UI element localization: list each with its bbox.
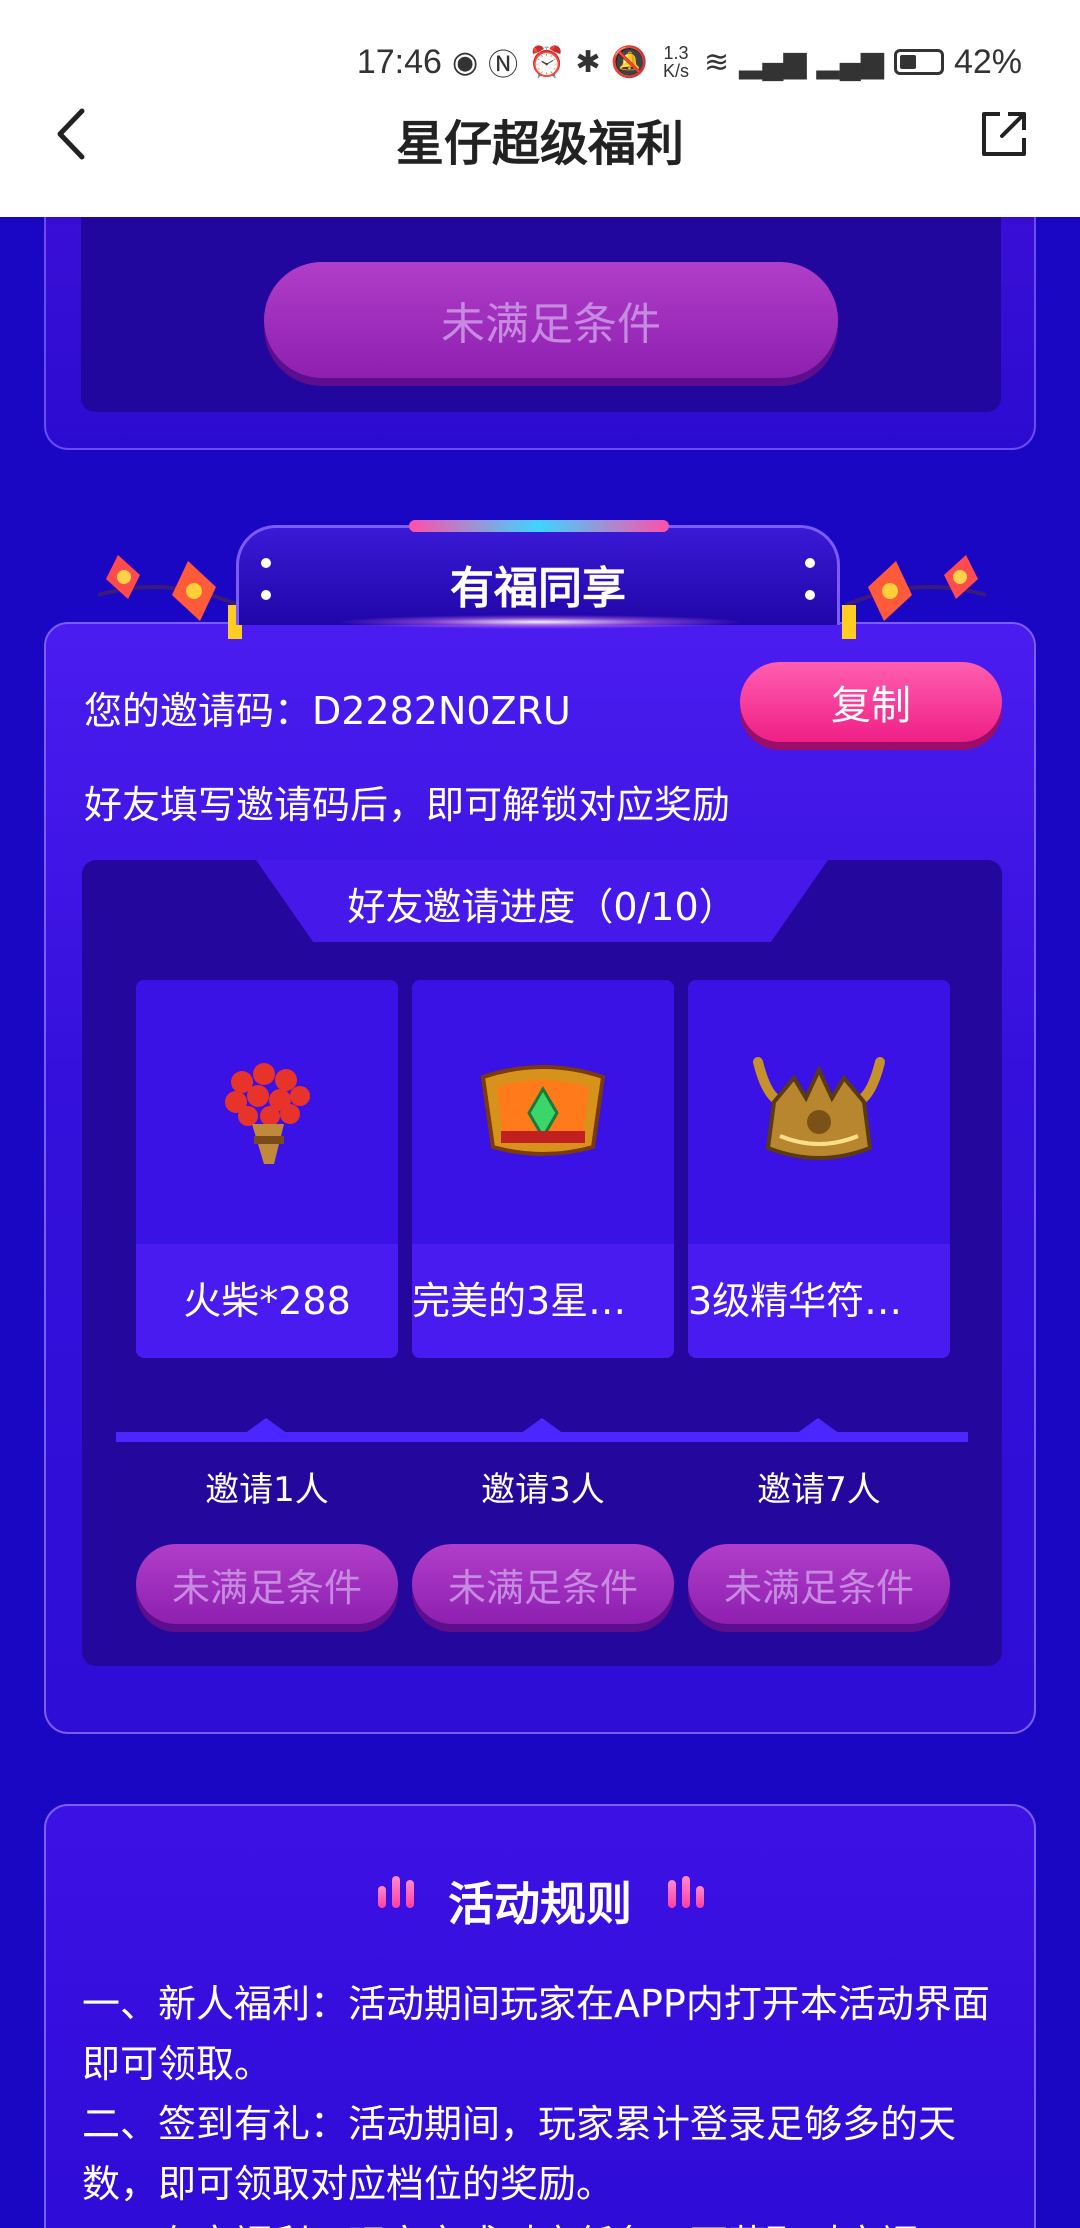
progress-title: 好友邀请进度（0/10） <box>347 885 737 929</box>
rules-title: 活动规则 <box>448 1877 632 1931</box>
reward-image <box>412 980 674 1244</box>
invite-code-row: 您的邀请码：D2282N0ZRU <box>84 680 571 735</box>
progress-track <box>116 1418 968 1442</box>
title-bars-icon <box>668 1876 704 1908</box>
reward-image <box>136 980 398 1244</box>
banner-glow <box>340 615 740 629</box>
reward-image <box>688 980 950 1244</box>
status-bar: 17:46 ◉ Ⓝ ⏰ ✱ 🔕 1.3 K/s ≋ ▂▄▆ ▂▄▆ 42% <box>357 40 1022 84</box>
reward-name: 完美的3星… <box>412 1244 674 1358</box>
signal-icon: ▂▄▆ <box>816 45 884 79</box>
bluetooth-icon: ✱ <box>575 45 601 79</box>
battery-percent: 42% <box>953 42 1022 81</box>
golden-gem-crown-icon <box>480 1065 606 1156</box>
clock: 17:46 <box>356 42 442 81</box>
battery-icon <box>893 49 944 75</box>
rules-body: 一、新人福利：活动期间玩家在APP内打开本活动界面即可领取。 二、签到有礼：活动… <box>82 1974 1002 2228</box>
firework-lantern-icon <box>842 555 987 639</box>
progress-tab: 好友邀请进度（0/10） <box>256 860 828 942</box>
copy-button[interactable]: 复制 <box>740 662 1002 742</box>
invite-hint: 好友填写邀请码后，即可解锁对应奖励 <box>84 783 731 827</box>
external-link-icon[interactable] <box>978 108 1030 160</box>
section-title: 有福同享 <box>450 563 626 614</box>
claim-button[interactable]: 未满足条件 <box>412 1544 674 1624</box>
condition-not-met-button[interactable]: 未满足条件 <box>264 262 838 378</box>
rule-line: 二、签到有礼：活动期间，玩家累计登录足够多的天数，即可领取对应档位的奖励。 <box>82 2102 957 2206</box>
rule-line: 三、有享福利：玩家完成对应任务，可获取对应福 <box>82 2214 1002 2228</box>
claim-button[interactable]: 未满足条件 <box>136 1544 398 1624</box>
invite-code-value: D2282N0ZRU <box>312 689 571 733</box>
share-benefit-card: 您的邀请码：D2282N0ZRU 复制 好友填写邀请码后，即可解锁对应奖励 好友… <box>44 622 1036 1734</box>
signal-icon: ▂▄▆ <box>739 45 807 79</box>
page-title: 星仔超级福利 <box>395 116 684 172</box>
step-label: 邀请3人 <box>481 1470 605 1510</box>
reward-name: 3级精华符… <box>688 1244 950 1358</box>
horned-gold-crown-icon <box>753 1057 885 1160</box>
claim-button[interactable]: 未满足条件 <box>688 1544 950 1624</box>
wifi-icon: ≋ <box>703 45 730 79</box>
reward-card[interactable]: 完美的3星… <box>412 980 674 1358</box>
mute-icon: 🔕 <box>610 45 648 79</box>
track-marker <box>244 1418 288 1434</box>
firework-lantern-icon <box>97 555 242 639</box>
nfc-icon: Ⓝ <box>488 49 519 82</box>
eye-icon: ◉ <box>451 45 479 79</box>
matches-bouquet-icon <box>225 1063 310 1164</box>
app-header: 17:46 ◉ Ⓝ ⏰ ✱ 🔕 1.3 K/s ≋ ▂▄▆ ▂▄▆ 42% 星仔… <box>0 0 1080 217</box>
banner-strip <box>409 520 669 532</box>
invite-progress-panel: 好友邀请进度（0/10） 火柴*288 完美的3星… 3级精华符… 邀请1人 邀… <box>82 860 1002 1666</box>
invite-code-label: 您的邀请码： <box>84 689 313 733</box>
reward-name: 火柴*288 <box>136 1244 398 1358</box>
net-speed: 1.3 K/s <box>662 43 689 81</box>
rules-card: 活动规则 一、新人福利：活动期间玩家在APP内打开本活动界面即可领取。 二、签到… <box>44 1804 1036 2228</box>
reward-card[interactable]: 3级精华符… <box>688 980 950 1358</box>
rule-line: 一、新人福利：活动期间玩家在APP内打开本活动界面即可领取。 <box>82 1982 990 2086</box>
reward-card[interactable]: 火柴*288 <box>136 980 398 1358</box>
track-marker <box>520 1418 564 1434</box>
step-label: 邀请1人 <box>205 1470 329 1510</box>
section-banner: 有福同享 <box>236 520 840 625</box>
track-marker <box>796 1418 840 1434</box>
step-label: 邀请7人 <box>757 1470 881 1510</box>
alarm-icon: ⏰ <box>528 45 566 79</box>
